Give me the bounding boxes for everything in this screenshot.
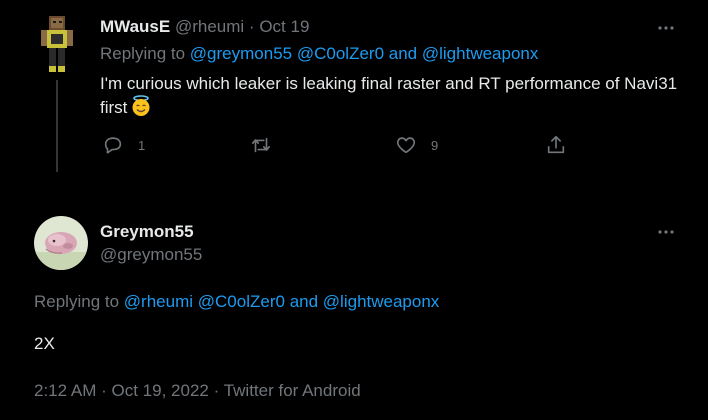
mention-link[interactable]: @lightweaponx — [323, 292, 440, 311]
separator: · — [101, 381, 107, 400]
tweet-text: 2X — [34, 334, 55, 353]
author-handle[interactable]: @greymon55 — [100, 245, 202, 265]
thread-line — [56, 80, 58, 172]
reply-count: 1 — [138, 137, 146, 153]
share-icon[interactable] — [545, 134, 567, 156]
mention-link[interactable]: @rheumi — [124, 292, 193, 311]
tweet-meta: 2:12 AM · Oct 19, 2022 · Twitter for And… — [34, 381, 361, 401]
mention-link[interactable]: @greymon55 — [190, 44, 292, 63]
replying-to: Replying to @rheumi @C0olZer0 and @light… — [34, 292, 439, 312]
tweet-text: I'm curious which leaker is leaking fina… — [100, 72, 680, 119]
separator: · — [248, 17, 255, 36]
tweet-source[interactable]: Twitter for Android — [224, 381, 361, 400]
heart-icon[interactable] — [395, 134, 417, 156]
smiling-face-with-halo-icon — [132, 95, 150, 116]
retweet-icon[interactable] — [250, 134, 272, 156]
replying-conjunction: and — [388, 44, 418, 63]
tweet-date[interactable]: Oct 19, 2022 — [112, 381, 209, 400]
tweet-time[interactable]: 2:12 AM — [34, 381, 96, 400]
share-action[interactable] — [545, 134, 567, 156]
mention-link[interactable]: @C0olZer0 — [198, 292, 285, 311]
more-options-icon[interactable] — [655, 18, 677, 38]
tweet-date[interactable]: Oct 19 — [259, 17, 309, 36]
replying-to: Replying to @greymon55 @C0olZer0 and @li… — [100, 44, 538, 64]
more-options-icon[interactable] — [655, 222, 677, 242]
tweet-text-content: I'm curious which leaker is leaking fina… — [100, 74, 678, 117]
like-action[interactable]: 9 — [395, 134, 438, 156]
reply-icon[interactable] — [102, 134, 124, 156]
mention-link[interactable]: @C0olZer0 — [297, 44, 384, 63]
reply-action[interactable]: 1 — [102, 134, 145, 156]
replying-conjunction: and — [289, 292, 319, 311]
tweet-header: MWausE @rheumi · Oct 19 — [100, 17, 309, 37]
avatar[interactable] — [37, 16, 77, 76]
author-handle[interactable]: @rheumi — [175, 17, 244, 36]
replying-prefix: Replying to — [100, 44, 186, 63]
author-name[interactable]: MWausE — [100, 17, 170, 36]
replying-prefix: Replying to — [34, 292, 120, 311]
avatar[interactable] — [34, 216, 88, 270]
separator: · — [213, 381, 220, 400]
mention-link[interactable]: @lightweaponx — [422, 44, 539, 63]
author-name[interactable]: Greymon55 — [100, 222, 194, 242]
like-count: 9 — [431, 137, 439, 153]
retweet-action[interactable] — [250, 134, 286, 156]
